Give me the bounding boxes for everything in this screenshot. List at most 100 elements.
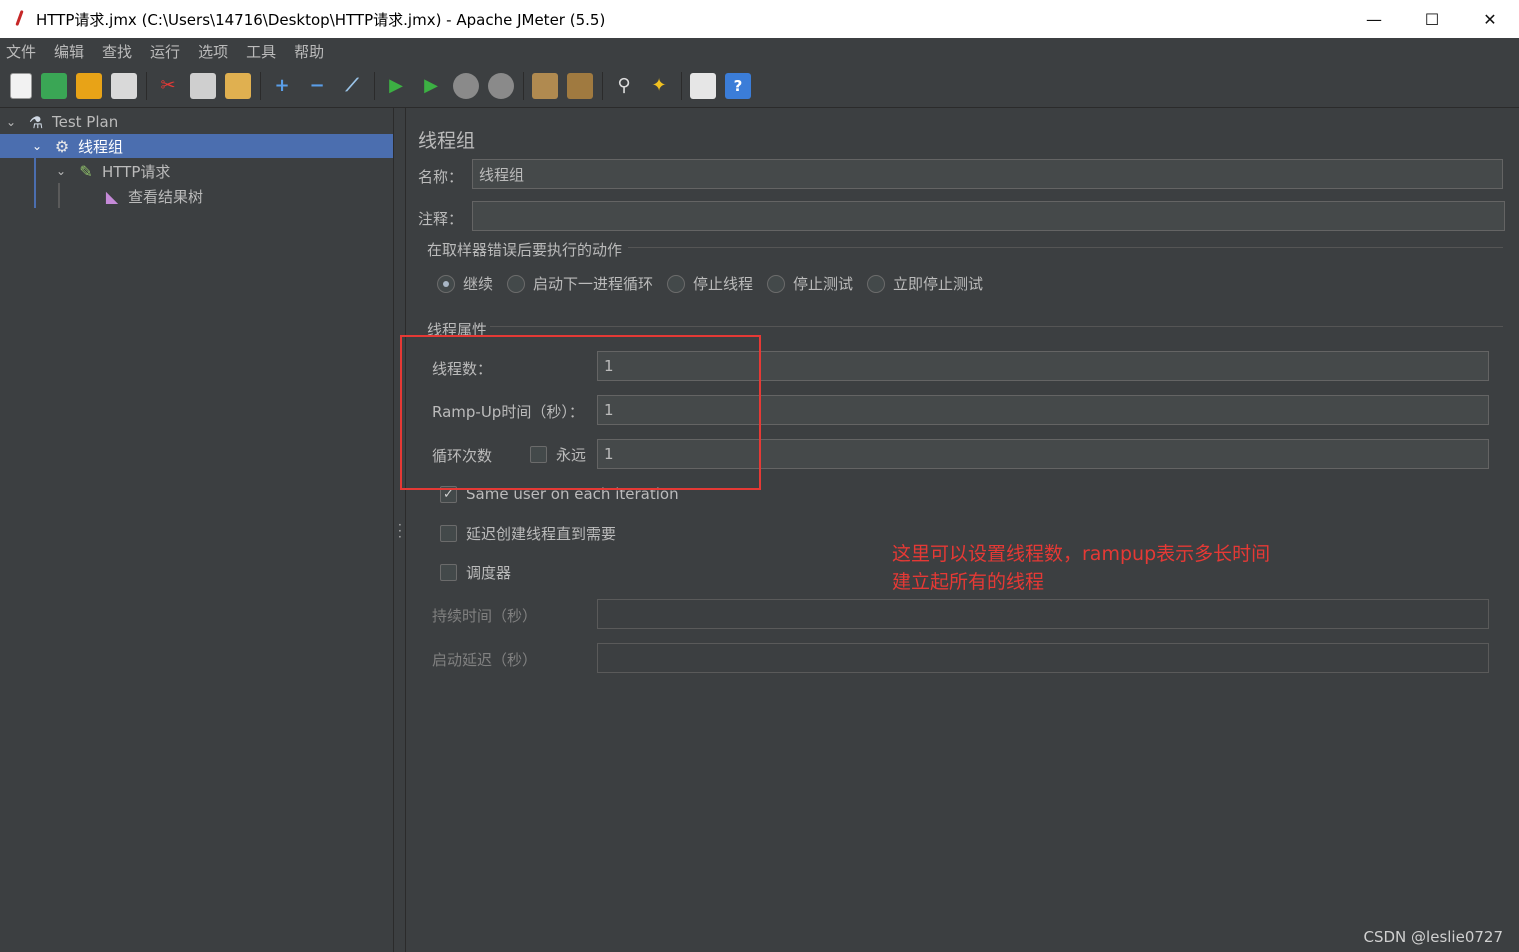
jmeter-feather-icon xyxy=(10,9,30,29)
menu-help[interactable]: 帮助 xyxy=(294,41,324,62)
menu-edit[interactable]: 编辑 xyxy=(54,41,84,62)
menu-run[interactable]: 运行 xyxy=(150,41,180,62)
tree-item-label: HTTP请求 xyxy=(102,162,171,181)
search-icon[interactable]: ⚲ xyxy=(611,73,637,99)
stop-icon[interactable] xyxy=(453,72,479,99)
duration-label: 持续时间（秒） xyxy=(432,607,538,625)
tree-guide-line xyxy=(58,183,60,208)
radio-continue[interactable]: 继续 xyxy=(437,273,493,294)
test-plan-tree: ⌄ ⚗ Test Plan ⌄ ⚙ 线程组 ⌄ ✎ HTTP请求 ◣ 查看结果树 xyxy=(0,108,394,952)
start-icon[interactable]: ▶ xyxy=(383,73,409,99)
shutdown-icon[interactable] xyxy=(488,72,514,99)
sampler-error-title: 在取样器错误后要执行的动作 xyxy=(427,241,623,259)
radio-button[interactable] xyxy=(507,274,525,293)
menu-file[interactable]: 文件 xyxy=(6,41,36,62)
radio-stop-thread[interactable]: 停止线程 xyxy=(667,273,753,294)
split-pane-divider[interactable]: · · · xyxy=(394,108,406,952)
annotation-text: 这里可以设置线程数，rampup表示多长时间 建立起所有的线程 xyxy=(892,540,1270,596)
tree-item-result-tree[interactable]: ◣ 查看结果树 xyxy=(102,184,382,208)
clear-all-icon[interactable] xyxy=(567,72,593,99)
window-title: HTTP请求.jmx (C:\Users\14716\Desktop\HTTP请… xyxy=(36,10,606,29)
tree-item-thread-group[interactable]: ⌄ ⚙ 线程组 xyxy=(0,134,393,158)
help-icon[interactable]: ? xyxy=(725,72,751,99)
menu-bar: 文件 编辑 查找 运行 选项 工具 帮助 xyxy=(0,38,1519,64)
toggle-icon[interactable]: ⟋ xyxy=(339,73,365,99)
chevron-down-icon[interactable]: ⌄ xyxy=(30,139,44,153)
checkbox-label: 延迟创建线程直到需要 xyxy=(466,525,617,543)
annotation-line: 这里可以设置线程数，rampup表示多长时间 xyxy=(892,543,1271,565)
paste-icon[interactable] xyxy=(225,72,251,99)
checkbox-box[interactable] xyxy=(440,564,457,581)
radio-label: 停止测试 xyxy=(793,275,854,293)
minimize-button[interactable]: — xyxy=(1345,0,1403,38)
drag-handle-icon[interactable]: · · · xyxy=(398,519,402,543)
annotation-line: 建立起所有的线程 xyxy=(892,571,1045,593)
menu-search[interactable]: 查找 xyxy=(102,41,132,62)
comment-label: 注释： xyxy=(418,210,464,228)
toolbar-separator xyxy=(146,71,147,100)
checkbox-box[interactable] xyxy=(440,525,457,542)
expand-icon[interactable]: + xyxy=(269,73,295,99)
scheduler-checkbox[interactable]: 调度器 xyxy=(440,562,511,583)
duration-field[interactable] xyxy=(597,599,1489,629)
cut-icon[interactable]: ✂ xyxy=(155,73,181,99)
radio-button[interactable] xyxy=(867,274,885,293)
toolbar-separator xyxy=(681,71,682,100)
chart-icon: ◣ xyxy=(105,186,119,206)
radio-start-next-loop[interactable]: 启动下一进程循环 xyxy=(507,273,653,294)
tree-item-test-plan[interactable]: ⌄ ⚗ Test Plan xyxy=(4,110,392,134)
annotation-highlight-box xyxy=(400,335,761,490)
radio-stop-test-now[interactable]: 立即停止测试 xyxy=(867,273,983,294)
toolbar-separator xyxy=(602,71,603,100)
clear-icon[interactable] xyxy=(532,72,558,99)
title-bar: HTTP请求.jmx (C:\Users\14716\Desktop\HTTP请… xyxy=(0,0,1519,38)
close-button[interactable]: ✕ xyxy=(1461,0,1519,38)
menu-tools[interactable]: 工具 xyxy=(246,41,276,62)
tree-item-label: 查看结果树 xyxy=(128,187,204,206)
toolbar: ✂ + − ⟋ ▶ ▶ ⚲ ✦ ? xyxy=(0,64,1519,108)
group-divider xyxy=(628,247,1503,248)
collapse-icon[interactable]: − xyxy=(304,73,330,99)
radio-stop-test[interactable]: 停止测试 xyxy=(767,273,853,294)
new-icon[interactable] xyxy=(10,72,32,99)
watermark: CSDN @leslie0727 xyxy=(1363,928,1503,946)
radio-label: 继续 xyxy=(463,275,494,293)
delay-thread-creation-checkbox[interactable]: 延迟创建线程直到需要 xyxy=(440,523,616,544)
checkbox-label: 调度器 xyxy=(466,564,512,582)
tree-guide-line xyxy=(34,158,36,208)
toolbar-separator xyxy=(260,71,261,100)
gear-icon: ⚙ xyxy=(54,136,70,156)
tree-item-http-request[interactable]: ⌄ ✎ HTTP请求 xyxy=(54,159,384,183)
maximize-button[interactable]: ☐ xyxy=(1403,0,1461,38)
radio-button[interactable] xyxy=(767,274,785,293)
chevron-down-icon[interactable]: ⌄ xyxy=(54,164,68,178)
toolbar-separator xyxy=(523,71,524,100)
group-divider xyxy=(490,326,1503,327)
radio-button[interactable] xyxy=(667,274,685,293)
name-label: 名称： xyxy=(418,168,464,186)
function-helper-icon[interactable] xyxy=(690,72,716,99)
startup-delay-field[interactable] xyxy=(597,643,1489,673)
startup-delay-label: 启动延迟（秒） xyxy=(432,651,538,669)
radio-label: 启动下一进程循环 xyxy=(533,275,654,293)
chevron-down-icon[interactable]: ⌄ xyxy=(4,115,18,129)
pipette-icon: ✎ xyxy=(79,161,93,181)
panel-title: 线程组 xyxy=(418,130,476,152)
thread-group-panel: 线程组 名称： 线程组 注释： 在取样器错误后要执行的动作 继续 启动下一进程循… xyxy=(406,108,1519,952)
templates-icon[interactable] xyxy=(41,72,67,99)
tree-item-label: 线程组 xyxy=(78,137,124,156)
toolbar-separator xyxy=(374,71,375,100)
open-icon[interactable] xyxy=(76,72,102,99)
reset-search-icon[interactable]: ✦ xyxy=(646,73,672,99)
radio-button[interactable] xyxy=(437,274,455,293)
radio-label: 停止线程 xyxy=(693,275,754,293)
flask-icon: ⚗ xyxy=(28,112,44,132)
copy-icon[interactable] xyxy=(190,72,216,99)
tree-item-label: Test Plan xyxy=(52,113,119,131)
radio-label: 立即停止测试 xyxy=(893,275,984,293)
name-field[interactable]: 线程组 xyxy=(472,159,1503,189)
save-icon[interactable] xyxy=(111,72,137,99)
menu-options[interactable]: 选项 xyxy=(198,41,228,62)
start-no-pause-icon[interactable]: ▶ xyxy=(418,73,444,99)
comment-field[interactable] xyxy=(472,201,1505,231)
